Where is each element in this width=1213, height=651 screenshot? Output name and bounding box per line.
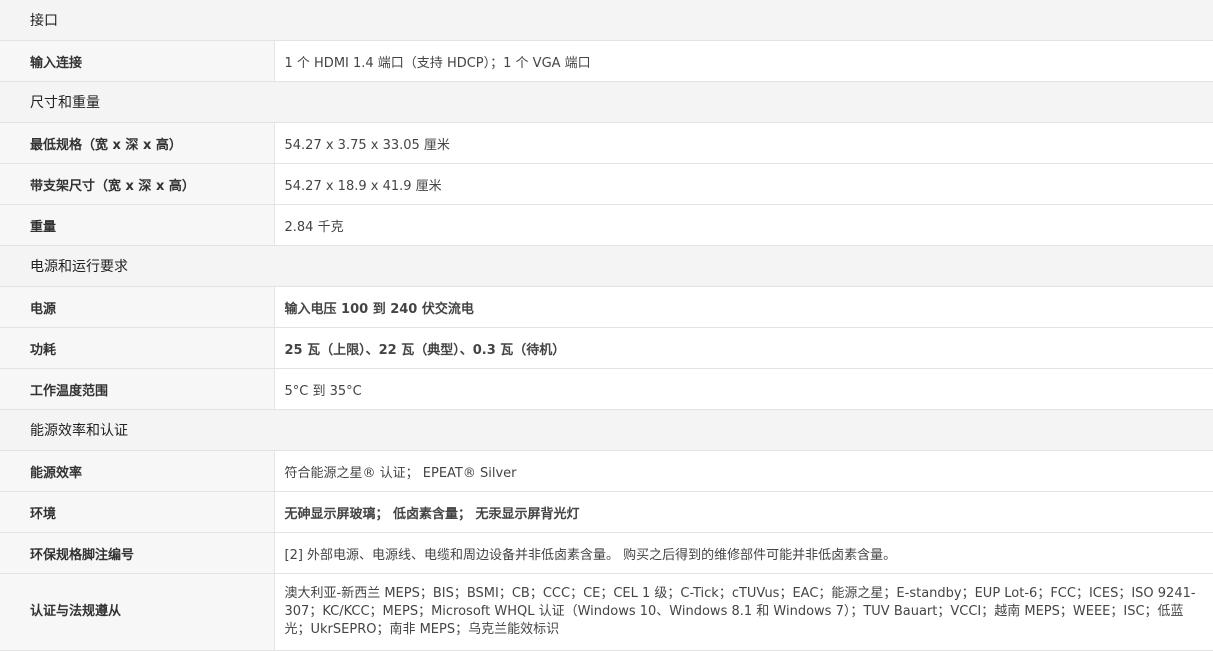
section-title: 尺寸和重量	[0, 81, 1213, 123]
spec-label: 能源效率	[0, 450, 275, 492]
spec-row-input-connections: 输入连接 1 个 HDMI 1.4 端口（支持 HDCP）；1 个 VGA 端口	[0, 40, 1213, 82]
spec-label: 环保规格脚注编号	[0, 532, 275, 574]
section-header-interfaces: 接口	[0, 0, 1213, 41]
spec-value: 无砷显示屏玻璃； 低卤素含量； 无汞显示屏背光灯	[274, 491, 1213, 533]
spec-value: 25 瓦（上限）、22 瓦（典型）、0.3 瓦（待机）	[274, 327, 1213, 369]
spec-label: 环境	[0, 491, 275, 533]
section-header-energy-certification: 能源效率和认证	[0, 409, 1213, 451]
section-header-dimensions-weight: 尺寸和重量	[0, 81, 1213, 123]
spec-row-operating-temperature: 工作温度范围 5°C 到 35°C	[0, 368, 1213, 410]
section-title: 电源和运行要求	[0, 245, 1213, 287]
section-title: 接口	[0, 0, 1213, 41]
spec-label: 功耗	[0, 327, 275, 369]
spec-label: 认证与法规遵从	[0, 573, 275, 651]
spec-value: 输入电压 100 到 240 伏交流电	[274, 286, 1213, 328]
specs-table: 接口 输入连接 1 个 HDMI 1.4 端口（支持 HDCP）；1 个 VGA…	[0, 0, 1213, 651]
spec-label: 带支架尺寸（宽 x 深 x 高）	[0, 163, 275, 205]
spec-row-environment: 环境 无砷显示屏玻璃； 低卤素含量； 无汞显示屏背光灯	[0, 491, 1213, 533]
spec-value: 1 个 HDMI 1.4 端口（支持 HDCP）；1 个 VGA 端口	[274, 40, 1213, 82]
spec-value: 符合能源之星® 认证； EPEAT® Silver	[274, 450, 1213, 492]
spec-row-dimensions-with-stand: 带支架尺寸（宽 x 深 x 高） 54.27 x 18.9 x 41.9 厘米	[0, 163, 1213, 205]
spec-row-min-dimensions: 最低规格（宽 x 深 x 高） 54.27 x 3.75 x 33.05 厘米	[0, 122, 1213, 164]
spec-value: 54.27 x 18.9 x 41.9 厘米	[274, 163, 1213, 205]
spec-value: 54.27 x 3.75 x 33.05 厘米	[274, 122, 1213, 164]
spec-row-eco-footnote: 环保规格脚注编号 [2] 外部电源、电源线、电缆和周边设备并非低卤素含量。 购买…	[0, 532, 1213, 574]
section-title: 能源效率和认证	[0, 409, 1213, 451]
spec-label: 最低规格（宽 x 深 x 高）	[0, 122, 275, 164]
spec-row-power-consumption: 功耗 25 瓦（上限）、22 瓦（典型）、0.3 瓦（待机）	[0, 327, 1213, 369]
spec-value: 5°C 到 35°C	[274, 368, 1213, 410]
spec-label: 工作温度范围	[0, 368, 275, 410]
spec-label: 电源	[0, 286, 275, 328]
spec-row-energy-efficiency: 能源效率 符合能源之星® 认证； EPEAT® Silver	[0, 450, 1213, 492]
spec-row-certifications: 认证与法规遵从 澳大利亚-新西兰 MEPS；BIS；BSMI；CB；CCC；CE…	[0, 573, 1213, 651]
section-header-power: 电源和运行要求	[0, 245, 1213, 287]
spec-row-power-source: 电源 输入电压 100 到 240 伏交流电	[0, 286, 1213, 328]
spec-value: [2] 外部电源、电源线、电缆和周边设备并非低卤素含量。 购买之后得到的维修部件…	[274, 532, 1213, 574]
spec-label: 输入连接	[0, 40, 275, 82]
spec-value: 澳大利亚-新西兰 MEPS；BIS；BSMI；CB；CCC；CE；CEL 1 级…	[274, 573, 1213, 651]
spec-row-weight: 重量 2.84 千克	[0, 204, 1213, 246]
spec-label: 重量	[0, 204, 275, 246]
spec-value: 2.84 千克	[274, 204, 1213, 246]
